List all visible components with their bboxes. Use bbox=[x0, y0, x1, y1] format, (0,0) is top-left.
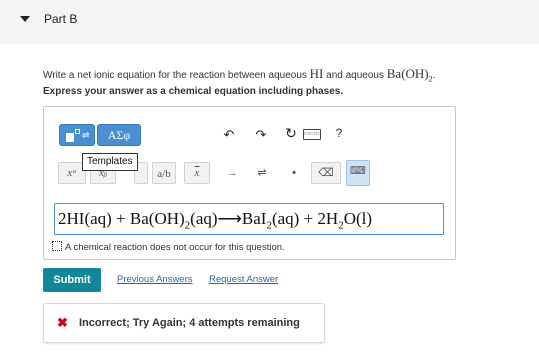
template-superscript-icon bbox=[75, 129, 80, 134]
error-x-icon: ✖ bbox=[57, 315, 68, 330]
no-reaction-label: A chemical reaction does not occur for t… bbox=[65, 242, 285, 253]
greek-symbols-button[interactable]: ΑΣφ bbox=[97, 124, 141, 146]
templates-button[interactable]: ⇌ bbox=[59, 124, 95, 146]
request-answer-link[interactable]: Request Answer bbox=[209, 274, 278, 285]
question-suffix: . bbox=[432, 70, 436, 81]
redo-icon[interactable]: ↷ bbox=[253, 127, 269, 143]
feedback-message: Incorrect; Try Again; 4 attempts remaini… bbox=[79, 317, 300, 329]
feedback-box: ✖ Incorrect; Try Again; 4 attempts remai… bbox=[43, 303, 325, 343]
undo-icon[interactable]: ↶ bbox=[221, 127, 237, 143]
keyboard-shortcuts-icon[interactable]: ▭▭▭ bbox=[303, 129, 321, 140]
template-box-icon bbox=[66, 133, 74, 142]
submit-button[interactable]: Submit bbox=[43, 268, 101, 292]
part-header[interactable]: Part B bbox=[0, 0, 539, 44]
question-prefix: Write a net ionic equation for the react… bbox=[43, 70, 310, 81]
reactant-baoh2: Ba(OH)2 bbox=[386, 66, 433, 84]
equilibrium-arrow-button[interactable]: ⇌ bbox=[251, 162, 273, 184]
no-reaction-checkbox[interactable] bbox=[52, 241, 62, 251]
question-middle: and aqueous bbox=[323, 70, 387, 81]
delete-icon[interactable]: ⌫ bbox=[311, 162, 341, 184]
instruction-text: Express your answer as a chemical equati… bbox=[43, 86, 344, 97]
reset-icon[interactable]: ↻ bbox=[283, 125, 299, 142]
equation-editor: ⇌ ΑΣφ ↶ ↷ ↻ ▭▭▭ ? xᵃ xᵦ a/b x → ⇌ • ⌫ ⌨ … bbox=[43, 106, 456, 260]
keyboard-icon[interactable]: ⌨ bbox=[346, 160, 370, 186]
reactant-hi: HI bbox=[309, 66, 324, 81]
template-equilibrium-icon: ⇌ bbox=[82, 130, 90, 140]
overline-button[interactable]: x bbox=[184, 162, 210, 184]
help-icon[interactable]: ? bbox=[331, 126, 347, 140]
dot-button[interactable]: • bbox=[283, 162, 305, 184]
previous-answers-link[interactable]: Previous Answers bbox=[117, 274, 193, 285]
answer-input[interactable]: 2HI(aq) + Ba(OH)2(aq)⟶BaI2(aq) + 2H2O(l) bbox=[54, 203, 444, 235]
fraction-button[interactable]: a/b bbox=[152, 162, 176, 184]
reaction-arrow-button[interactable]: → bbox=[221, 162, 243, 184]
part-title: Part B bbox=[44, 12, 78, 26]
templates-tooltip: Templates bbox=[82, 153, 138, 171]
question-text: Write a net ionic equation for the react… bbox=[43, 66, 435, 84]
caret-down-icon[interactable] bbox=[20, 16, 30, 22]
no-reaction-option[interactable]: A chemical reaction does not occur for t… bbox=[52, 241, 285, 253]
